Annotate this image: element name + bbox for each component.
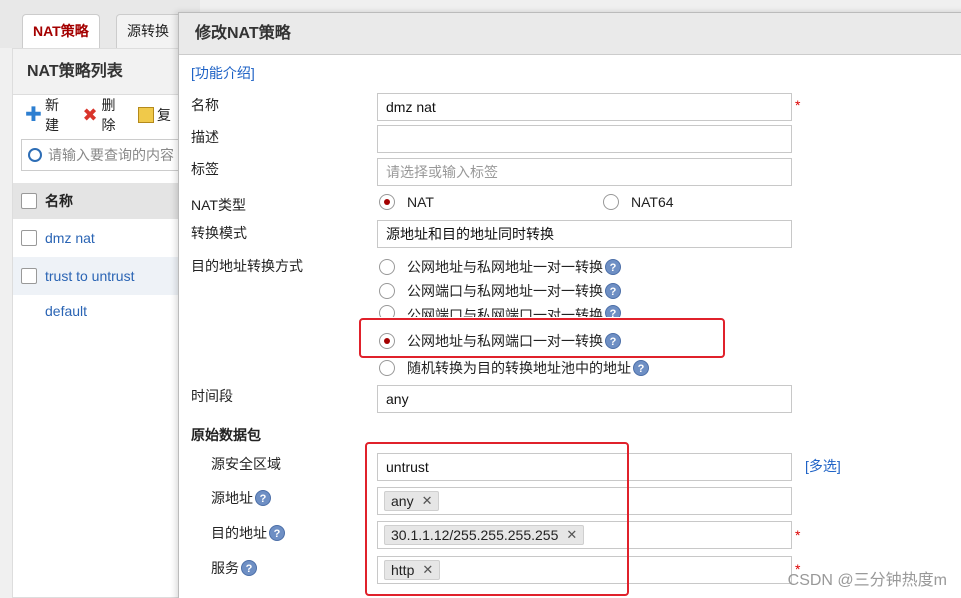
search-input[interactable]: 请输入要查询的内容 [21,139,181,171]
dst-method-option[interactable]: 公网端口与私网地址一对一转换 ? [379,281,621,301]
option-label: 公网端口与私网地址一对一转换 [407,283,603,299]
multi-select-link[interactable]: [多选] [805,456,841,476]
highlight-box-dst-method [359,318,725,358]
nat-policy-list-panel: NAT策略列表 ✚ 新建 ✖ 删除 复 请输入要查询的内容 名称 dmz nat… [12,48,182,598]
help-icon[interactable]: ? [241,560,257,576]
required-mark: * [795,97,801,113]
search-placeholder: 请输入要查询的内容 [48,147,174,163]
dst-addr-label-text: 目的地址 [211,525,267,541]
original-packet-section-title: 原始数据包 [191,427,261,443]
row-checkbox[interactable] [21,230,37,246]
list-toolbar: ✚ 新建 ✖ 删除 复 [13,95,181,135]
mode-label: 转换模式 [191,225,247,241]
dst-method-option[interactable]: 随机转换为目的转换地址池中的地址 ? [379,358,649,378]
dst-method-label: 目的地址转换方式 [191,258,303,274]
radio-button[interactable] [603,194,619,210]
help-icon[interactable]: ? [605,283,621,299]
option-label: NAT [407,194,434,210]
name-label: 名称 [191,97,219,113]
dialog-title: 修改NAT策略 [179,13,961,55]
delete-button[interactable]: ✖ 删除 [82,95,129,135]
time-range-label: 时间段 [191,388,233,404]
nat-type-label: NAT类型 [191,197,246,213]
radio-button[interactable] [379,305,395,317]
option-label: 公网端口与私网端口一对一转换 [407,307,603,317]
delete-button-label: 删除 [101,97,116,133]
row-name[interactable]: default [45,303,87,319]
row-checkbox[interactable] [21,268,37,284]
select-all-checkbox[interactable] [21,193,37,209]
copy-button-label: 复 [157,107,171,123]
copy-button[interactable]: 复 [138,105,171,125]
description-label: 描述 [191,129,219,145]
radio-button[interactable] [379,283,395,299]
list-header: 名称 [13,183,181,219]
row-name[interactable]: dmz nat [45,230,95,246]
help-icon[interactable]: ? [605,305,621,317]
highlight-box-original-packet [365,442,629,596]
column-name-header: 名称 [45,193,73,209]
tab-nat-policy[interactable]: NAT策略 [22,14,100,48]
list-row[interactable]: dmz nat [13,219,181,257]
option-label: 随机转换为目的转换地址池中的地址 [407,360,631,376]
help-icon[interactable]: ? [269,525,285,541]
dst-method-option[interactable]: 公网地址与私网地址一对一转换 ? [379,257,621,277]
radio-button[interactable] [379,259,395,275]
tag-input[interactable]: 请选择或输入标签 [377,158,792,186]
delete-icon: ✖ [82,105,98,125]
src-addr-label-text: 源地址 [211,490,253,506]
copy-icon [138,107,154,123]
dst-method-option[interactable]: 公网端口与私网端口一对一转换 ? [379,305,621,317]
mode-select[interactable]: 源地址和目的地址同时转换 [377,220,792,248]
option-label: 公网地址与私网地址一对一转换 [407,259,603,275]
new-button[interactable]: ✚ 新建 [25,95,72,135]
help-icon[interactable]: ? [255,490,271,506]
feature-intro-link[interactable]: [功能介绍] [191,63,255,83]
list-row[interactable]: trust to untrust [13,257,181,295]
edit-nat-policy-dialog: 修改NAT策略 [功能介绍] 名称 dmz nat * 描述 标签 请选择或输入… [178,12,961,598]
search-icon [28,148,42,162]
required-mark: * [795,527,801,543]
plus-icon: ✚ [25,104,42,126]
radio-button[interactable] [379,194,395,210]
list-title: NAT策略列表 [13,49,181,95]
row-name[interactable]: trust to untrust [45,268,134,284]
help-icon[interactable]: ? [605,259,621,275]
description-field[interactable] [377,125,792,153]
time-range-select[interactable]: any [377,385,792,413]
service-label-text: 服务 [211,560,239,576]
service-label: 服务 ? [211,558,257,578]
dst-addr-label: 目的地址 ? [211,523,285,543]
nat-type-option-nat[interactable]: NAT [379,194,434,210]
src-zone-label: 源安全区域 [211,456,281,472]
name-field[interactable]: dmz nat [377,93,792,121]
option-label: NAT64 [631,194,674,210]
new-button-label: 新建 [45,97,60,133]
list-row[interactable]: default [13,295,181,327]
watermark: CSDN @三分钟热度m [787,572,947,589]
nat-type-option-nat64[interactable]: NAT64 [603,194,674,210]
src-addr-label: 源地址 ? [211,488,271,508]
tab-source-nat[interactable]: 源转换 [116,14,186,48]
tag-label: 标签 [191,161,219,177]
radio-button[interactable] [379,360,395,376]
help-icon[interactable]: ? [633,360,649,376]
